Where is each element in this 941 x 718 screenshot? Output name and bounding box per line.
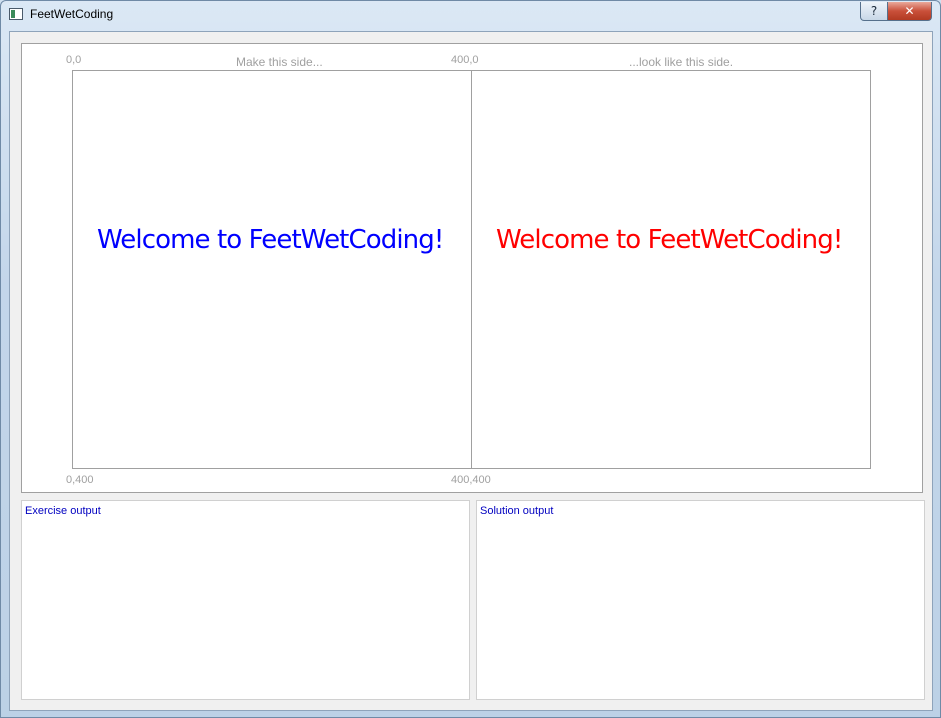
app-window-icon: [9, 8, 23, 20]
close-button[interactable]: ✕: [887, 2, 932, 21]
window-title: FeetWetCoding: [30, 7, 114, 21]
solution-output-panel[interactable]: Solution output: [476, 500, 925, 700]
solution-welcome-text: Welcome to FeetWetCoding!: [496, 225, 843, 255]
coord-label-top-left: 0,0: [66, 54, 82, 66]
solution-drawing-area: Welcome to FeetWetCoding!: [471, 70, 871, 469]
drawing-canvas-panel: 0,0 Make this side... 400,0 ...look like…: [21, 43, 923, 493]
help-button[interactable]: ?: [860, 2, 888, 21]
caption-exercise-side: Make this side...: [236, 55, 323, 69]
title-bar[interactable]: FeetWetCoding ? ✕: [1, 1, 940, 29]
client-area: 0,0 Make this side... 400,0 ...look like…: [9, 31, 933, 711]
coord-label-bottom-left: 0,400: [66, 474, 94, 486]
caption-solution-side: ...look like this side.: [629, 55, 734, 69]
app-window: FeetWetCoding ? ✕ 0,0 Make this side... …: [0, 0, 941, 718]
exercise-drawing-area: Welcome to FeetWetCoding!: [72, 70, 472, 469]
exercise-output-label: Exercise output: [25, 505, 101, 517]
exercise-output-panel[interactable]: Exercise output: [21, 500, 470, 700]
solution-output-label: Solution output: [480, 505, 554, 517]
coord-label-bottom-mid: 400,400: [451, 474, 491, 486]
exercise-welcome-text: Welcome to FeetWetCoding!: [97, 225, 444, 255]
coord-label-top-mid: 400,0: [451, 54, 479, 66]
